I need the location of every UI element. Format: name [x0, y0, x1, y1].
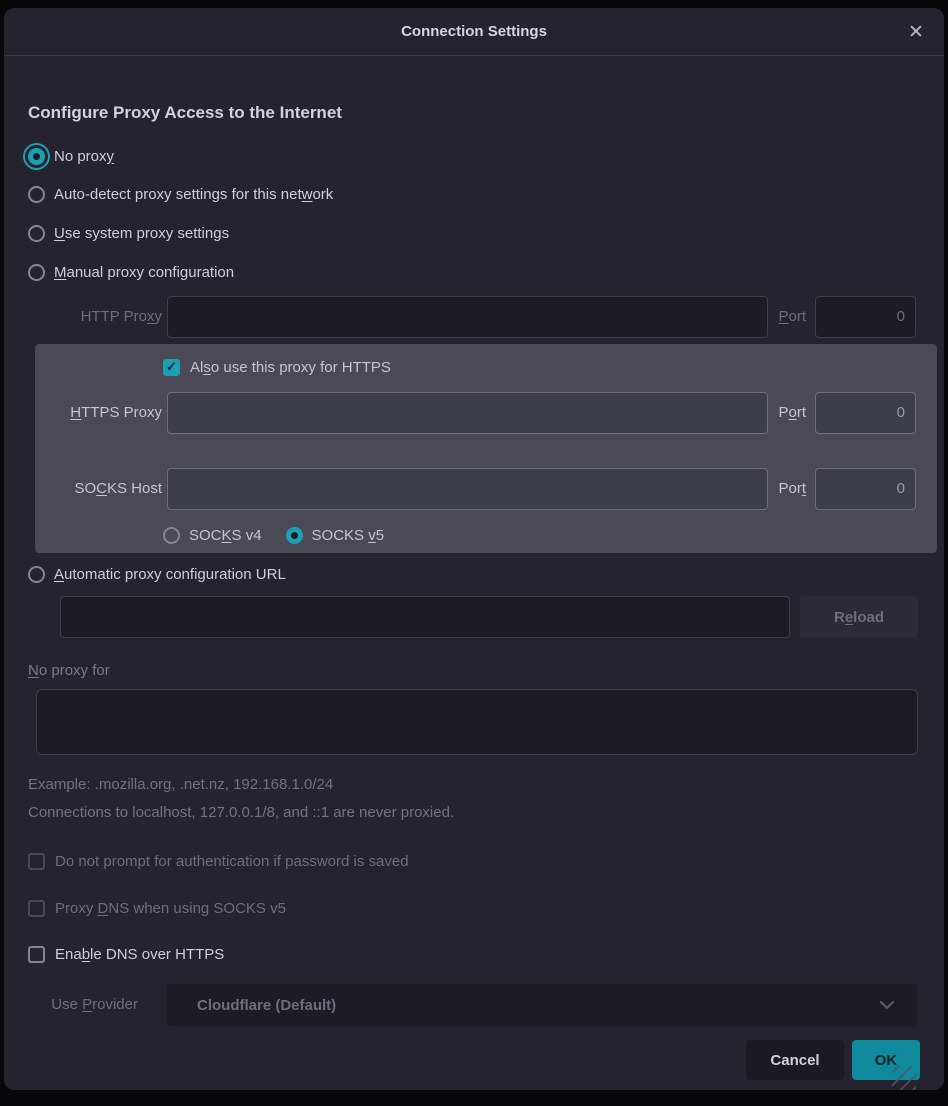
- resize-gripper[interactable]: [892, 1066, 916, 1090]
- no-prompt-auth-checkbox[interactable]: [28, 853, 45, 870]
- radio-label-manual-proxy: Manual proxy configuration: [54, 264, 234, 281]
- chevron-down-icon: [879, 997, 895, 1014]
- radio-row-auto-detect: Auto-detect proxy settings for this netw…: [28, 181, 333, 207]
- http-proxy-input[interactable]: [167, 296, 768, 338]
- http-port-label: Port: [756, 296, 806, 338]
- http-port-input[interactable]: 0: [815, 296, 916, 338]
- option-row-proxy-dns: Proxy DNS when using SOCKS v5: [28, 895, 286, 921]
- radio-row-auto-url: Automatic proxy configuration URL: [28, 561, 286, 587]
- radio-label-auto-detect: Auto-detect proxy settings for this netw…: [54, 186, 333, 203]
- also-https-row: ✓ Also use this proxy for HTTPS: [163, 354, 391, 380]
- auto-url-input[interactable]: [60, 596, 790, 638]
- socks-version-row: SOCKS v4 SOCKS v5: [163, 522, 384, 548]
- radio-system-proxy[interactable]: [28, 225, 45, 242]
- dialog-titlebar: Connection Settings ✕: [4, 8, 944, 56]
- no-proxy-for-textarea[interactable]: [36, 689, 918, 755]
- reload-button[interactable]: Reload: [800, 596, 918, 638]
- socks-host-label: SOCKS Host: [28, 468, 162, 510]
- localhost-hint: Connections to localhost, 127.0.0.1/8, a…: [28, 804, 454, 821]
- radio-no-proxy[interactable]: [28, 148, 45, 165]
- socks-port-label: Port: [756, 468, 806, 510]
- radio-socks-v4[interactable]: [163, 527, 180, 544]
- option-row-dns-over-https: Enable DNS over HTTPS: [28, 941, 224, 967]
- dialog-title: Connection Settings: [401, 23, 547, 40]
- option-row-no-prompt-auth: Do not prompt for authentication if pass…: [28, 848, 409, 874]
- provider-dropdown[interactable]: Cloudflare (Default): [167, 984, 917, 1026]
- provider-dropdown-value: Cloudflare (Default): [197, 997, 336, 1014]
- close-icon[interactable]: ✕: [902, 18, 930, 46]
- radio-row-no-proxy: No proxy: [28, 143, 114, 169]
- also-https-checkbox[interactable]: ✓: [163, 359, 180, 376]
- radio-label-auto-url: Automatic proxy configuration URL: [54, 566, 286, 583]
- radio-auto-detect[interactable]: [28, 186, 45, 203]
- example-hint: Example: .mozilla.org, .net.nz, 192.168.…: [28, 776, 333, 793]
- connection-settings-dialog: Connection Settings ✕ Configure Proxy Ac…: [4, 8, 944, 1090]
- page-title: Configure Proxy Access to the Internet: [28, 103, 342, 123]
- check-icon: ✓: [166, 359, 177, 375]
- dns-over-https-label: Enable DNS over HTTPS: [55, 946, 224, 963]
- no-prompt-auth-label: Do not prompt for authentication if pass…: [55, 853, 409, 870]
- radio-auto-url[interactable]: [28, 566, 45, 583]
- radio-manual-proxy[interactable]: [28, 264, 45, 281]
- dns-over-https-checkbox[interactable]: [28, 946, 45, 963]
- socks-host-input[interactable]: [167, 468, 768, 510]
- https-port-label: Port: [756, 392, 806, 434]
- radio-socks-v5[interactable]: [286, 527, 303, 544]
- radio-label-socks-v5: SOCKS v5: [312, 527, 385, 544]
- https-proxy-input[interactable]: [167, 392, 768, 434]
- https-port-input[interactable]: 0: [815, 392, 916, 434]
- cancel-button[interactable]: Cancel: [746, 1040, 844, 1080]
- proxy-dns-label: Proxy DNS when using SOCKS v5: [55, 900, 286, 917]
- no-proxy-for-label: No proxy for: [28, 662, 110, 679]
- radio-row-system-proxy: Use system proxy settings: [28, 220, 229, 246]
- http-proxy-label: HTTP Proxy: [28, 296, 162, 338]
- use-provider-label: Use Provider: [28, 984, 138, 1026]
- radio-label-socks-v4: SOCKS v4: [189, 527, 262, 544]
- proxy-dns-checkbox[interactable]: [28, 900, 45, 917]
- also-https-label: Also use this proxy for HTTPS: [190, 359, 391, 376]
- radio-label-system-proxy: Use system proxy settings: [54, 225, 229, 242]
- radio-label-no-proxy: No proxy: [54, 148, 114, 165]
- https-proxy-label: HTTPS Proxy: [28, 392, 162, 434]
- socks-port-input[interactable]: 0: [815, 468, 916, 510]
- radio-row-manual-proxy: Manual proxy configuration: [28, 259, 234, 285]
